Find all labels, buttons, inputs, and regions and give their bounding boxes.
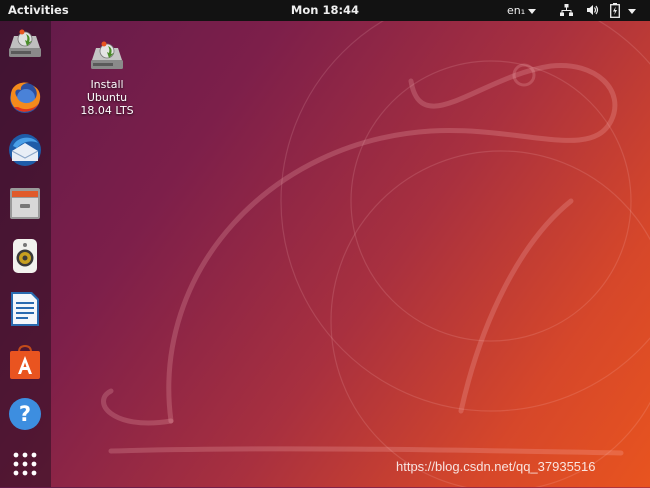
rhythmbox-icon: [13, 239, 37, 273]
chevron-down-icon: [628, 4, 636, 18]
dock-libreoffice-writer[interactable]: [5, 289, 45, 329]
ubuntu-software-icon: [10, 344, 40, 379]
dock-install-ubuntu[interactable]: [5, 24, 45, 64]
desktop-icon-label: Install Ubuntu 18.04 LTS: [76, 78, 138, 117]
wallpaper-decoration: [101, 21, 650, 487]
dock-thunderbird[interactable]: [5, 130, 45, 170]
dock-rhythmbox[interactable]: [5, 236, 45, 276]
clock[interactable]: Mon 18:44: [0, 3, 650, 17]
top-bar: Activities Mon 18:44 en₁: [0, 0, 650, 21]
language-indicator[interactable]: en₁: [507, 4, 537, 17]
show-applications-button[interactable]: [5, 444, 45, 484]
watermark-text: https://blog.csdn.net/qq_37935516: [396, 459, 596, 474]
dock-ubuntu-software[interactable]: [5, 342, 45, 382]
app-grid-icon: [13, 452, 37, 476]
thunderbird-icon: [9, 134, 41, 166]
language-label: en₁: [507, 4, 526, 17]
help-icon: ?: [9, 398, 41, 430]
clock-label: Mon 18:44: [290, 3, 360, 17]
label-line: 18.04 LTS: [80, 104, 134, 117]
network-icon: [560, 3, 573, 20]
dock-files[interactable]: [5, 183, 45, 223]
install-ubuntu-icon: [91, 41, 123, 69]
dock-firefox[interactable]: [5, 77, 45, 117]
install-ubuntu-icon: [9, 29, 41, 57]
label-line: Ubuntu: [86, 91, 128, 104]
volume-icon: [586, 3, 599, 20]
dock: ?: [0, 21, 51, 487]
firefox-icon: [10, 82, 41, 113]
files-icon: [10, 188, 40, 219]
svg-text:?: ?: [19, 402, 31, 426]
dock-help[interactable]: ?: [5, 394, 45, 434]
desktop-install-ubuntu[interactable]: Install Ubuntu 18.04 LTS: [76, 38, 138, 117]
writer-icon: [11, 292, 39, 326]
battery-icon: [610, 3, 620, 21]
label-line: Install: [90, 78, 124, 91]
chevron-down-icon: [528, 8, 537, 14]
